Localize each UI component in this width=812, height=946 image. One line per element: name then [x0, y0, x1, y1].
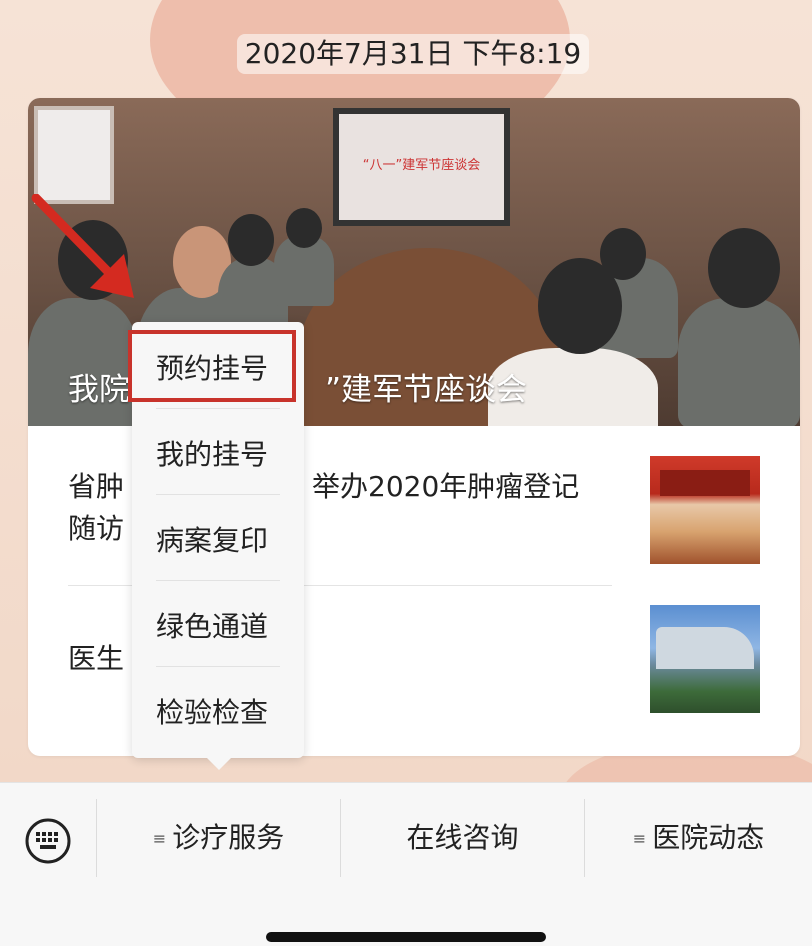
projector-caption: “八一”建军节座谈会 [362, 158, 481, 173]
attendee-head [228, 214, 274, 266]
attendee [678, 298, 800, 426]
menu-divider [156, 666, 280, 667]
message-timestamp: 2020年7月31日 下午8:19 [237, 34, 589, 74]
home-indicator [266, 932, 546, 942]
menu-caret [207, 758, 231, 770]
highlight-box [128, 330, 296, 402]
wall-painting [34, 106, 114, 204]
attendee-head [708, 228, 780, 308]
menu-item-green-channel[interactable]: 绿色通道 [156, 584, 280, 670]
news-thumbnail[interactable] [650, 605, 760, 713]
red-arrow-icon [31, 194, 134, 298]
bottom-menu-bar: ≡ 诊疗服务 在线咨询 ≡ 医院动态 [0, 782, 812, 946]
tab-hospital-news[interactable]: ≡ 医院动态 [585, 799, 812, 877]
menu-divider [156, 494, 280, 495]
news-thumbnail[interactable] [650, 456, 760, 564]
thumbnail-stage [660, 470, 750, 496]
projector-screen: “八一”建军节座谈会 [333, 108, 510, 226]
menu-divider [156, 580, 280, 581]
submenu-icon: ≡ [632, 829, 647, 848]
keyboard-icon[interactable] [24, 817, 72, 865]
submenu-icon: ≡ [152, 829, 167, 848]
thumbnail-building [656, 627, 754, 669]
tab-medical-services[interactable]: ≡ 诊疗服务 [97, 799, 340, 877]
menu-item-medical-record-copy[interactable]: 病案复印 [156, 498, 280, 584]
menu-item-my-registrations[interactable]: 我的挂号 [156, 412, 280, 498]
tab-online-consultation[interactable]: 在线咨询 [341, 799, 584, 877]
attendee-head [538, 258, 622, 354]
menu-divider [156, 408, 280, 409]
attendee-head [286, 208, 322, 248]
menu-item-lab-tests[interactable]: 检验检查 [156, 670, 280, 756]
